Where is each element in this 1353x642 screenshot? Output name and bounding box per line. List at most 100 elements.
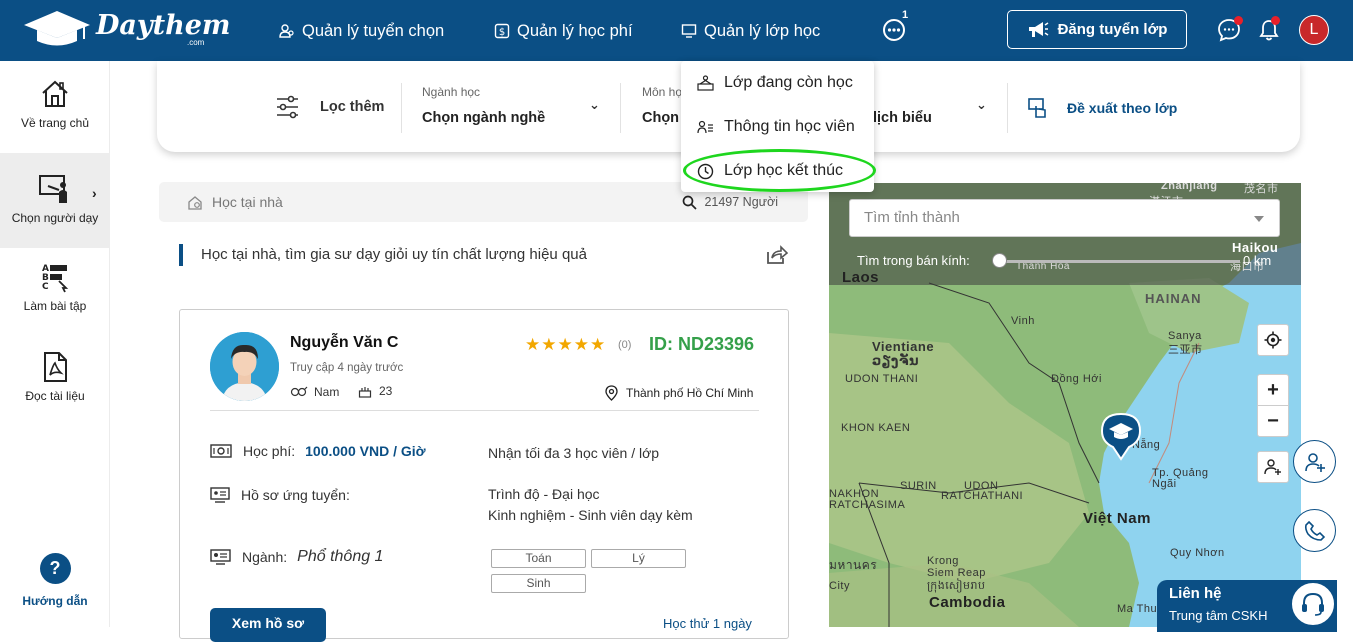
- subject-tag: Lý: [591, 549, 686, 568]
- search-location-text: Học tại nhà: [212, 194, 283, 210]
- menu-student-info-label: Thông tin học viên: [724, 118, 855, 135]
- menu-item-ended-classes[interactable]: Lớp học kết thúc: [697, 162, 843, 180]
- chevron-down-icon[interactable]: ⌄: [976, 97, 987, 113]
- radius-slider-handle[interactable]: [992, 253, 1007, 268]
- add-user-icon: [1304, 452, 1325, 472]
- tutor-city-text: Thành phố Hồ Chí Minh: [626, 386, 754, 400]
- card-divider: [210, 410, 759, 411]
- target-icon: [1264, 331, 1282, 349]
- sliders-icon: [277, 95, 298, 119]
- graduation-cap-icon: [24, 11, 90, 46]
- pointer-board-icon: [1028, 98, 1046, 118]
- major-label: Ngành:: [242, 549, 288, 565]
- trial-lesson-link[interactable]: Học thử 1 ngày: [663, 616, 752, 631]
- location-pin-icon: [605, 385, 618, 401]
- money-icon: [210, 444, 232, 458]
- map-label-cambodia: Cambodia: [929, 594, 1006, 611]
- chevron-right-icon: ›: [92, 185, 97, 201]
- nav-tuition-management[interactable]: $ Quản lý học phí: [494, 20, 633, 42]
- tutor-id: ID: ND23396: [649, 334, 755, 354]
- menu-ended-classes-label: Lớp học kết thúc: [724, 162, 844, 179]
- dollar-icon: $: [494, 23, 510, 39]
- nav-recruit-management[interactable]: Quản lý tuyển chọn: [279, 20, 444, 42]
- home-icon: [42, 80, 68, 107]
- logo-wordmark: Daythem: [96, 10, 231, 41]
- profile-row: Hồ sơ ứng tuyển:: [210, 487, 350, 503]
- sidebar-item-homework[interactable]: ABC Làm bài tập: [0, 261, 110, 331]
- post-class-button[interactable]: Đăng tuyển lớp: [1007, 10, 1187, 49]
- more-filters-button[interactable]: Lọc thêm: [275, 95, 384, 119]
- map-marker-icon[interactable]: [1100, 411, 1142, 461]
- map-label-quang-ngai-2: Ngãi: [1152, 478, 1177, 490]
- map-label-sanya-cn: 三亚市: [1168, 344, 1203, 356]
- major-select-label: Ngành học: [422, 85, 481, 99]
- megaphone-icon: [1028, 21, 1048, 37]
- minus-icon: −: [1267, 409, 1279, 432]
- search-icon[interactable]: [682, 195, 697, 210]
- map-label-city: City: [829, 580, 850, 592]
- nav-class-management[interactable]: Quản lý lớp học: [681, 20, 820, 42]
- map-label-zhanjiang: Zhanjiang: [1161, 183, 1218, 192]
- map-label-quy-nhon: Quy Nhơn: [1170, 547, 1225, 559]
- floating-add-user-button[interactable]: [1293, 440, 1336, 483]
- monitor-person-icon: [210, 549, 231, 565]
- daythem-logo[interactable]: Daythem .com: [22, 8, 230, 54]
- top-navigation-bar: Daythem .com Quản lý tuyển chọn $ Quản l…: [0, 0, 1353, 61]
- users-search-icon: [279, 24, 294, 38]
- post-class-label: Đăng tuyển lớp: [1057, 21, 1168, 38]
- map-label-laos: Laos: [842, 269, 880, 286]
- suggest-by-class-button[interactable]: Đề xuất theo lớp: [1027, 97, 1177, 119]
- pdf-icon: [44, 352, 67, 382]
- sidebar-item-documents[interactable]: Đọc tài liệu: [0, 351, 110, 421]
- sidebar-item-home[interactable]: Về trang chủ: [0, 78, 110, 158]
- zoom-out-button[interactable]: −: [1257, 405, 1289, 437]
- schedule-select[interactable]: lịch biểu: [873, 85, 932, 126]
- floating-call-button[interactable]: [1293, 509, 1336, 552]
- nav-class-label: Quản lý lớp học: [704, 21, 821, 40]
- province-search-select[interactable]: Tìm tỉnh thành: [849, 199, 1280, 237]
- map-label-ratchathani: RATCHATHANI: [941, 490, 1024, 502]
- nav-tuition-label: Quản lý học phí: [517, 21, 633, 40]
- notification-dot: [1271, 16, 1280, 25]
- user-avatar[interactable]: L: [1299, 15, 1329, 45]
- filter-divider: [620, 83, 621, 133]
- radius-value: 0 km: [1243, 253, 1272, 268]
- tuition-value: 100.000 VND / Giờ: [305, 443, 426, 459]
- add-user-map-button[interactable]: [1257, 451, 1289, 483]
- help-question-icon: ?: [39, 553, 71, 584]
- chevron-down-icon[interactable]: ⌄: [589, 97, 600, 113]
- tutor-photo: [210, 332, 279, 401]
- more-filters-label: Lọc thêm: [320, 99, 385, 115]
- sidebar-item-help[interactable]: ? Hướng dẫn: [0, 553, 110, 613]
- view-profile-button[interactable]: Xem hồ sơ: [210, 608, 326, 642]
- map-label-vinh: Vinh: [1011, 315, 1035, 327]
- sidebar-home-label: Về trang chủ: [20, 116, 90, 130]
- tutor-map[interactable]: Zhanjiang 湛江市 茂名市 Haikou 海口市 Thanh Hóa L…: [829, 183, 1301, 627]
- tutor-name[interactable]: Nguyễn Văn C: [290, 334, 398, 352]
- zoom-in-button[interactable]: +: [1257, 374, 1289, 406]
- major-row: Ngành: Phổ thông 1: [210, 548, 383, 566]
- tutor-age: 23: [358, 384, 392, 398]
- capacity-text: Nhận tối đa 3 học viên / lớp: [488, 445, 660, 461]
- share-icon[interactable]: [764, 244, 788, 266]
- customer-support-widget[interactable]: Liên hệ Trung tâm CSKH: [1157, 580, 1337, 632]
- add-user-icon: [1264, 459, 1281, 475]
- plus-icon: +: [1267, 378, 1279, 401]
- menu-item-student-info[interactable]: Thông tin học viên: [697, 118, 855, 136]
- tutor-card: Nguyễn Văn C Truy cập 4 ngày trước Nam 2…: [179, 309, 789, 642]
- sidebar-choose-tutor-label: Chọn người dạy: [11, 211, 99, 225]
- sidebar-item-choose-tutor[interactable]: Chọn người dạy ›: [0, 153, 110, 248]
- map-label-bangkok-th: มหานคร: [829, 558, 878, 572]
- contact-subtitle: Trung tâm CSKH: [1169, 608, 1268, 623]
- radius-slider-track[interactable]: [1000, 260, 1240, 263]
- birthday-cake-icon: [358, 387, 372, 398]
- left-sidebar: Về trang chủ Chọn người dạy › ABC Làm bà…: [0, 61, 110, 627]
- menu-item-active-classes[interactable]: Lớp đang còn học: [697, 74, 853, 92]
- headset-icon: [1290, 581, 1336, 627]
- tutor-age-text: 23: [379, 384, 393, 398]
- map-label-khon-kaen: KHON KAEN: [841, 422, 911, 434]
- major-select[interactable]: Ngành học Chọn ngành nghề: [422, 85, 545, 126]
- sidebar-documents-label: Đọc tài liệu: [25, 389, 85, 403]
- map-label-surin: SURIN: [900, 480, 937, 492]
- my-location-button[interactable]: [1257, 324, 1289, 356]
